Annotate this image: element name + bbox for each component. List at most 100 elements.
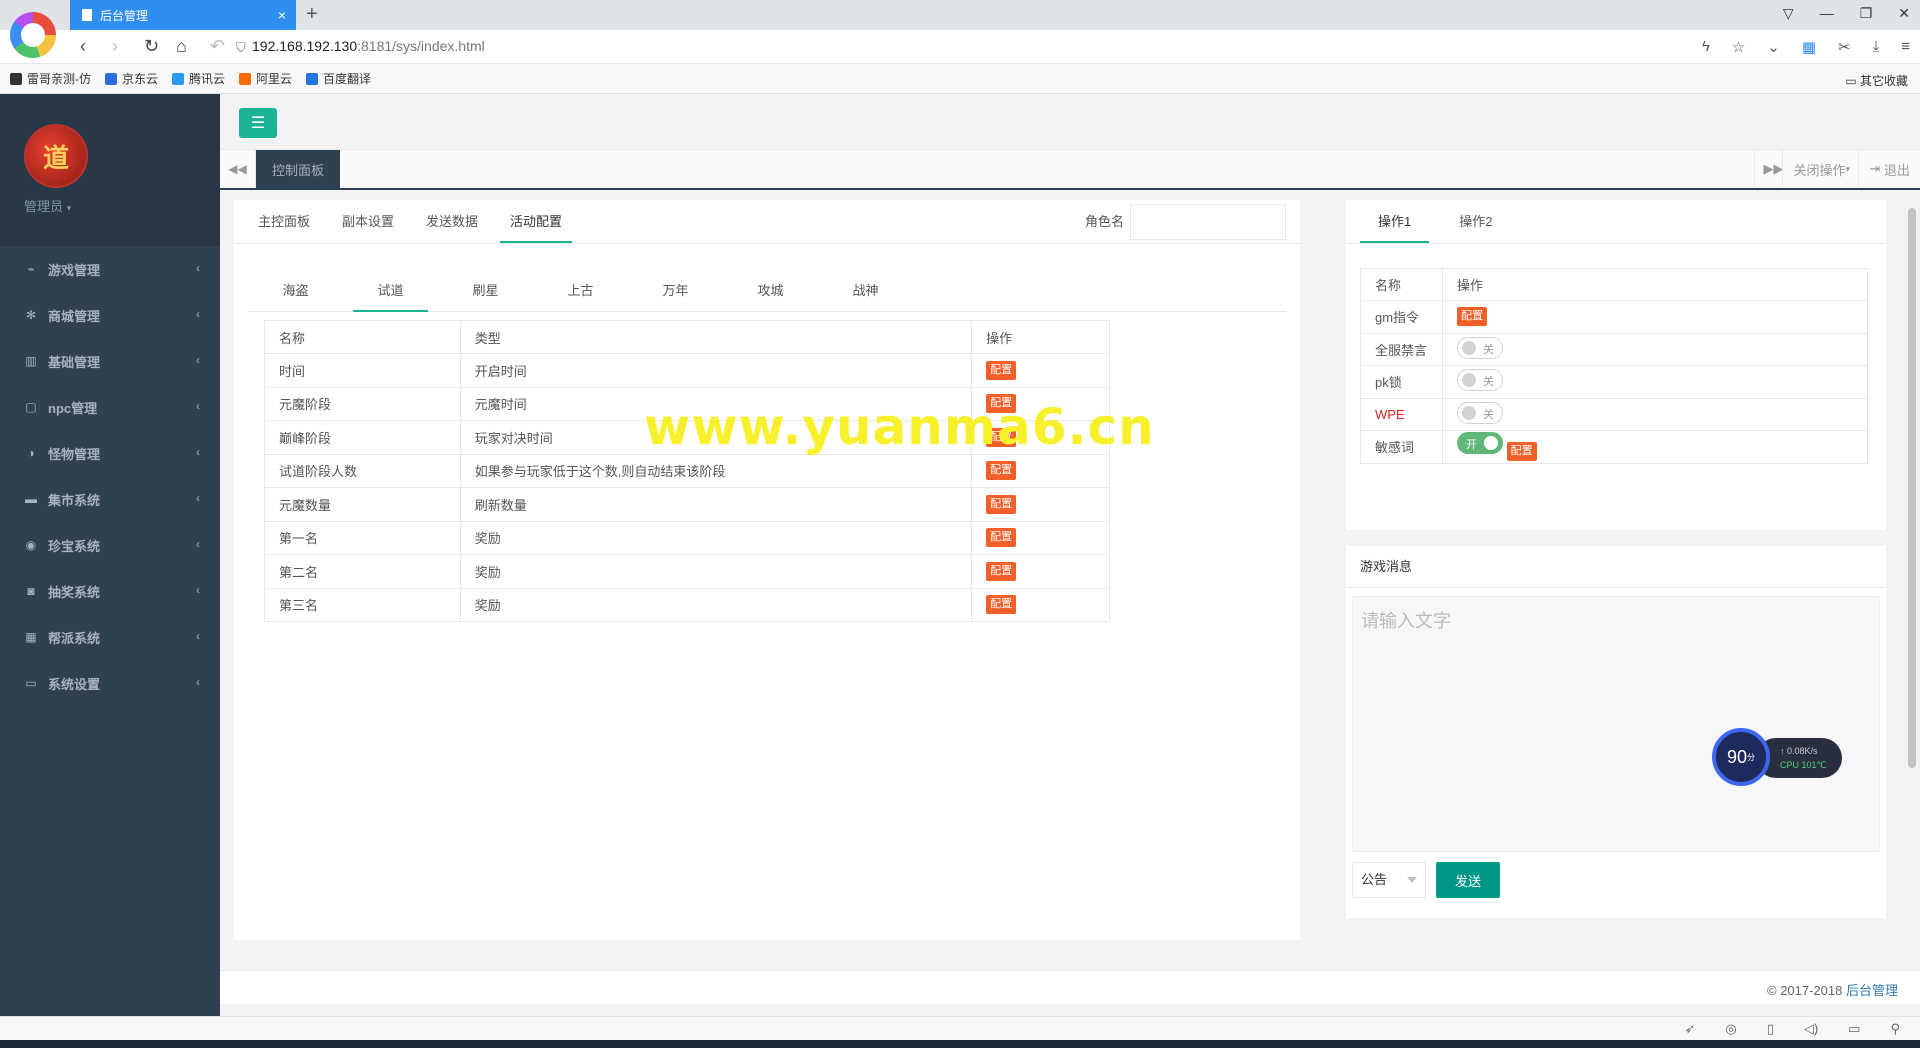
config-button[interactable]: 配置 xyxy=(986,494,1017,514)
new-tab-icon[interactable]: + xyxy=(306,3,318,26)
activity-subtab[interactable]: 上古 xyxy=(533,272,628,311)
sidebar-item[interactable]: ◑ 怪物管理 ‹ xyxy=(0,430,220,476)
score-ring: 90 分 xyxy=(1712,728,1770,786)
tabs-scroll-left-icon[interactable]: ◀◀ xyxy=(220,150,256,188)
toggle-switch[interactable]: 关 xyxy=(1457,336,1503,359)
chevron-down-icon[interactable]: ⌄ xyxy=(1767,38,1780,56)
activity-subtab[interactable]: 战神 xyxy=(818,272,913,311)
bookmark-item[interactable]: 腾讯云 xyxy=(172,70,225,87)
lightning-icon[interactable]: ϟ xyxy=(1702,38,1710,56)
row-type: 刷新数量 xyxy=(459,487,973,522)
bookmark-item[interactable]: 雷哥亲测-仿 xyxy=(10,70,91,87)
config-button[interactable]: 配置 xyxy=(1506,442,1537,462)
trash-icon[interactable]: ▯ xyxy=(1767,1021,1774,1037)
main-tab[interactable]: 活动配置 xyxy=(494,200,578,243)
star-icon[interactable]: ☆ xyxy=(1732,38,1745,56)
bookmark-item[interactable]: 百度翻译 xyxy=(306,70,371,87)
config-button[interactable]: 配置 xyxy=(986,561,1017,581)
config-button[interactable]: 配置 xyxy=(986,528,1017,548)
sidebar-item[interactable]: ▬ 集市系统 ‹ xyxy=(0,476,220,522)
config-button[interactable]: 配置 xyxy=(1457,307,1487,327)
scissors-icon[interactable]: ✂ xyxy=(1838,38,1851,56)
rocket-icon[interactable]: ➶ xyxy=(1684,1021,1695,1037)
avatar[interactable]: 道 xyxy=(24,124,88,188)
minimize-icon[interactable]: — xyxy=(1820,5,1834,22)
apps-icon[interactable]: ▦ xyxy=(1802,38,1816,56)
chevron-left-icon: ‹ xyxy=(196,629,200,643)
table-row: gm指令 配置 xyxy=(1360,300,1868,334)
window-icon[interactable]: ▭ xyxy=(1848,1021,1860,1037)
bookmark-icon xyxy=(10,72,22,85)
sidebar-item[interactable]: ▦ 帮派系统 ‹ xyxy=(0,614,220,660)
sidebar-item[interactable]: ▢ npc管理 ‹ xyxy=(0,384,220,430)
row-type: 奖励 xyxy=(459,554,973,589)
speed-widget[interactable]: ↑ 0.08K/s CPU 101℃ 90 分 xyxy=(1712,728,1844,786)
tab-control-panel[interactable]: 控制面板 xyxy=(256,150,340,188)
restore-icon[interactable]: ❐ xyxy=(1860,5,1873,22)
toggle-switch[interactable]: 开 xyxy=(1457,432,1503,455)
activity-subtab[interactable]: 刷星 xyxy=(438,272,533,311)
zoom-icon[interactable]: ⚲ xyxy=(1890,1021,1900,1037)
activity-subtab[interactable]: 试道 xyxy=(343,272,438,312)
activity-subtab[interactable]: 海盗 xyxy=(248,272,343,311)
message-textarea[interactable]: 请输入文字 xyxy=(1352,596,1880,852)
url-input[interactable]: 192.168.192.130:8181/sys/index.html xyxy=(252,38,485,54)
role-name-input[interactable] xyxy=(1130,204,1286,240)
hamburger-button[interactable]: ☰ xyxy=(239,108,277,138)
toggle-knob xyxy=(1484,436,1498,451)
close-ops-dropdown[interactable]: 关闭操作 ▾ xyxy=(1782,150,1860,188)
close-window-icon[interactable]: ✕ xyxy=(1898,5,1910,22)
volume-icon[interactable]: ◁) xyxy=(1804,1021,1818,1037)
row-action: 配置 xyxy=(971,353,1110,388)
config-button[interactable]: 配置 xyxy=(986,595,1017,615)
bookmark-item[interactable]: 阿里云 xyxy=(239,70,292,87)
sidebar-item[interactable]: ◉ 珍宝系统 ‹ xyxy=(0,522,220,568)
main-tab[interactable]: 发送数据 xyxy=(410,200,494,243)
sidebar-item[interactable]: ⌁ 游戏管理 ‹ xyxy=(0,246,220,292)
square-icon: ▢ xyxy=(25,400,37,414)
toggle-label: 开 xyxy=(1466,439,1477,452)
document-icon xyxy=(82,9,92,21)
toggle-switch[interactable]: 关 xyxy=(1457,369,1503,392)
message-type-select[interactable]: 公告 xyxy=(1352,862,1426,898)
send-button[interactable]: 发送 xyxy=(1436,862,1500,898)
activity-subtab[interactable]: 攻城 xyxy=(723,272,818,311)
config-button[interactable]: 配置 xyxy=(986,461,1017,481)
row-action: 配置 xyxy=(971,520,1110,555)
row-name: 试道阶段人数 xyxy=(264,453,461,488)
home-icon[interactable]: ⌂ xyxy=(176,36,187,57)
operation-tab[interactable]: 操作1 xyxy=(1354,200,1435,243)
admin-dropdown[interactable]: 管理员 ▾ xyxy=(24,196,71,215)
footer-link[interactable]: 后台管理 xyxy=(1846,983,1898,998)
activity-subtab[interactable]: 万年 xyxy=(628,272,723,311)
security-icon[interactable]: ⛉ xyxy=(236,40,246,56)
logout-icon: ⇥ xyxy=(1869,161,1881,176)
menu-icon[interactable]: ≡ xyxy=(1901,38,1910,56)
forward-icon[interactable]: › xyxy=(112,36,118,57)
sidebar-item[interactable]: ◙ 抽奖系统 ‹ xyxy=(0,568,220,614)
undo-icon[interactable]: ↶ xyxy=(210,36,225,57)
accelerate-icon[interactable]: ◎ xyxy=(1725,1021,1736,1037)
operation-tab[interactable]: 操作2 xyxy=(1435,200,1516,243)
download-icon[interactable]: ⤓ xyxy=(1873,38,1880,56)
logout-button[interactable]: ⇥ 退出 xyxy=(1858,150,1920,188)
sidebar-item[interactable]: ✻ 商城管理 ‹ xyxy=(0,292,220,338)
browser-logo[interactable] xyxy=(10,12,56,58)
main-tab[interactable]: 主控面板 xyxy=(242,200,326,243)
back-icon[interactable]: ‹ xyxy=(80,36,86,57)
other-bookmarks[interactable]: ▭ 其它收藏 xyxy=(1845,72,1908,89)
activity-subtabs: 海盗 试道 刷星 上古 万年 攻城 战神 xyxy=(248,272,1286,312)
close-icon[interactable]: × xyxy=(278,7,286,23)
sidebar-item[interactable]: ▭ 系统设置 ‹ xyxy=(0,660,220,706)
toggle-switch[interactable]: 关 xyxy=(1457,401,1503,424)
scrollbar-thumb[interactable] xyxy=(1908,208,1916,768)
toggle-knob xyxy=(1462,405,1476,420)
bookmark-item[interactable]: 京东云 xyxy=(105,70,158,87)
skin-icon[interactable]: ▽ xyxy=(1783,5,1794,22)
reload-icon[interactable]: ↻ xyxy=(144,36,159,57)
sidebar-item[interactable]: ▥ 基础管理 ‹ xyxy=(0,338,220,384)
config-button[interactable]: 配置 xyxy=(986,360,1017,380)
page-scrollbar[interactable] xyxy=(1906,208,1918,968)
main-tab[interactable]: 副本设置 xyxy=(326,200,410,243)
browser-tab[interactable]: 后台管理 × xyxy=(70,0,296,30)
